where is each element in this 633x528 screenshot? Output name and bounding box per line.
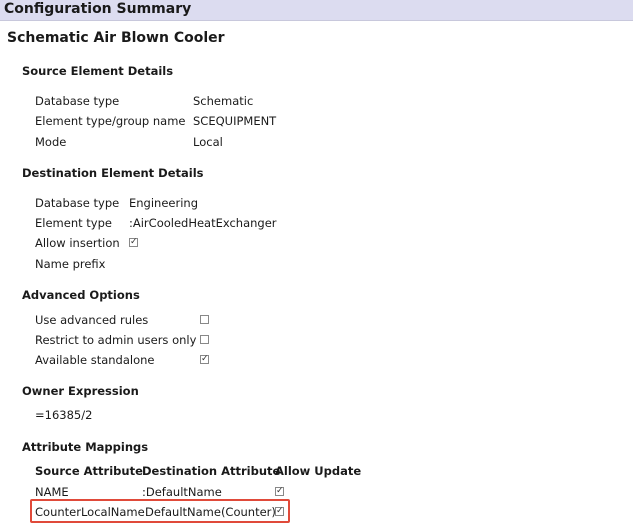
column-header-allow-update: Allow Update	[275, 464, 362, 478]
column-header-destination-attribute: Destination Attribute	[142, 464, 281, 478]
mapping-row-1-allow-update-checkbox: ✓	[275, 486, 284, 496]
mapping-row-2-destination: DefaultName(Counter)	[145, 505, 276, 519]
column-header-source-attribute: Source Attribute	[35, 464, 143, 478]
destination-section-heading: Destination Element Details	[22, 166, 204, 180]
mappings-section-heading: Attribute Mappings	[22, 440, 149, 454]
source-mode-value: Local	[193, 135, 223, 149]
source-database-type-value: Schematic	[193, 94, 254, 108]
mapping-row-1-source: NAME	[35, 485, 69, 499]
destination-element-type-label: Element type	[35, 216, 112, 230]
restrict-admin-label: Restrict to admin users only	[35, 333, 197, 347]
page-title: Schematic Air Blown Cooler	[7, 30, 225, 46]
owner-expression-value: =16385/2	[35, 408, 93, 422]
summary-header-bar: Configuration Summary	[0, 0, 633, 21]
available-standalone-label: Available standalone	[35, 353, 155, 367]
source-database-type-label: Database type	[35, 94, 120, 108]
use-advanced-rules-checkbox	[200, 315, 209, 324]
destination-database-type-value: Engineering	[129, 196, 198, 210]
allow-insertion-label: Allow insertion	[35, 236, 120, 250]
source-element-type-label: Element type/group name	[35, 114, 186, 128]
advanced-section-heading: Advanced Options	[22, 288, 140, 302]
use-advanced-rules-label: Use advanced rules	[35, 313, 149, 327]
source-section-heading: Source Element Details	[22, 64, 174, 78]
mapping-row-1-destination: :DefaultName	[142, 485, 222, 499]
summary-header-title: Configuration Summary	[4, 1, 192, 17]
mapping-row-2-source: CounterLocalName	[35, 505, 145, 519]
mapping-row-2-allow-update-checkbox: ✓	[275, 506, 284, 516]
allow-insertion-checkbox: ✓	[129, 237, 138, 247]
source-element-type-value: SCEQUIPMENT	[193, 114, 277, 128]
destination-element-type-value: :AirCooledHeatExchanger	[129, 216, 277, 230]
name-prefix-label: Name prefix	[35, 257, 106, 271]
available-standalone-checkbox: ✓	[200, 354, 209, 364]
restrict-admin-checkbox	[200, 335, 209, 344]
source-mode-label: Mode	[35, 135, 67, 149]
owner-section-heading: Owner Expression	[22, 384, 139, 398]
destination-database-type-label: Database type	[35, 196, 120, 210]
